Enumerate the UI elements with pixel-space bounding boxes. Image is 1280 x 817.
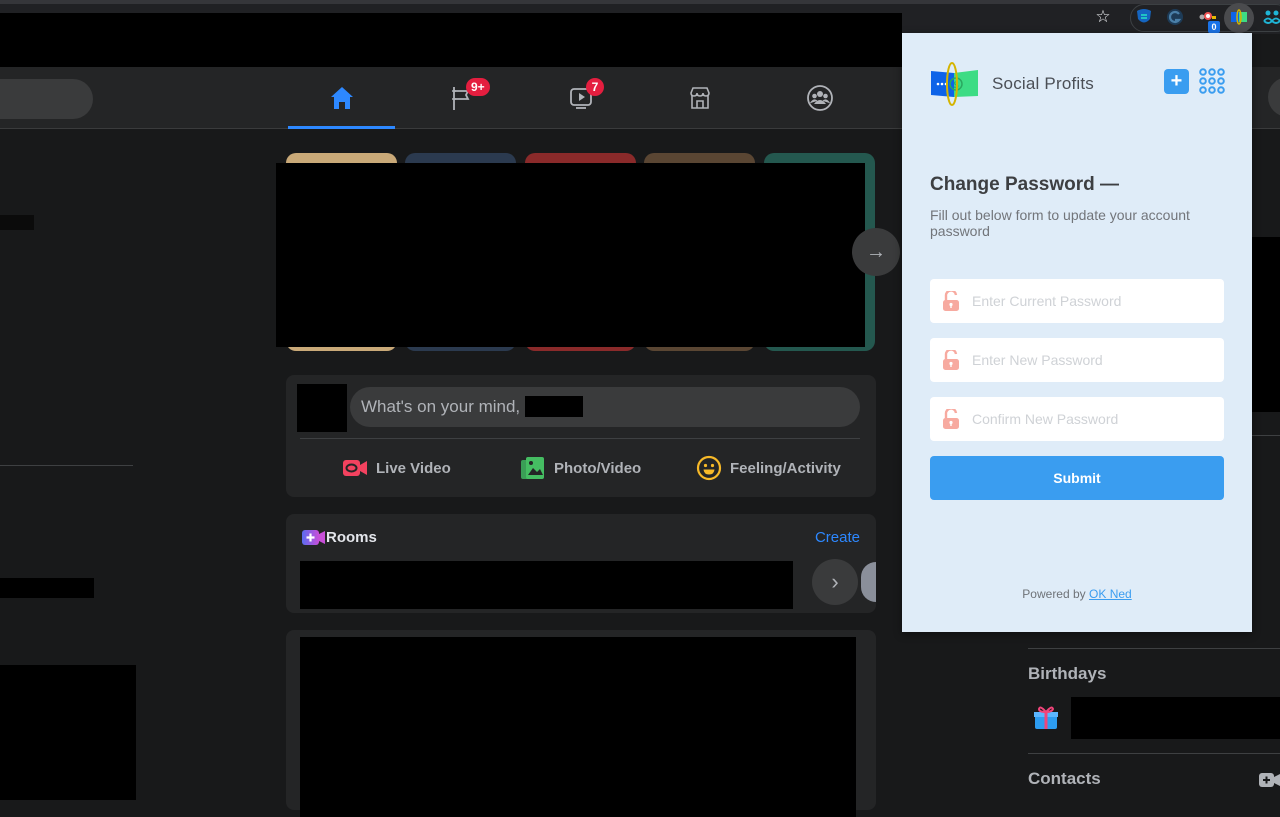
left-sidebar-item-redacted <box>0 578 94 598</box>
current-password-field <box>930 279 1224 323</box>
feed-post <box>286 630 876 817</box>
composer-prompt: What's on your mind, <box>361 397 521 416</box>
stories-redacted <box>276 163 865 347</box>
live-video-button[interactable]: Live Video <box>342 453 451 483</box>
rooms-create-link[interactable]: Create <box>815 529 860 546</box>
photo-video-label: Photo/Video <box>554 459 642 477</box>
social-profits-popup: $ Social Profits + Change Password — Fil… <box>902 33 1252 632</box>
photo-video-button[interactable]: Photo/Video <box>520 453 641 483</box>
app-name: Social Profits <box>992 74 1095 93</box>
lock-icon <box>943 291 959 311</box>
social-profits-extension-icon[interactable] <box>1229 7 1249 27</box>
form-title: Change Password — <box>930 174 1119 196</box>
groups-icon <box>806 84 833 111</box>
post-content-redacted <box>300 637 856 817</box>
user-name-redacted <box>524 395 583 417</box>
social-profits-logo-icon: $ <box>931 62 978 106</box>
search-input[interactable] <box>0 79 93 119</box>
live-video-label: Live Video <box>376 459 451 477</box>
powered-by: Powered by OK Ned <box>902 587 1252 601</box>
home-icon <box>330 86 353 109</box>
browser-tab-strip <box>0 0 1280 4</box>
ok-ned-link[interactable]: OK Ned <box>1089 587 1132 601</box>
add-button[interactable]: + <box>1164 69 1189 94</box>
new-password-field <box>930 338 1224 382</box>
apps-grid-icon[interactable] <box>1199 68 1225 94</box>
new-password-input[interactable] <box>972 338 1212 382</box>
notification-badge: 9+ <box>466 78 490 96</box>
nav-tab-groups[interactable] <box>766 67 873 128</box>
avatar[interactable] <box>297 384 347 432</box>
rooms-list-redacted <box>300 561 793 609</box>
right-sidebar-divider <box>1252 435 1280 436</box>
notification-badge: 7 <box>586 78 604 96</box>
submit-button[interactable]: Submit <box>930 456 1224 500</box>
photo-icon <box>521 457 544 479</box>
new-room-icon[interactable] <box>1259 772 1280 788</box>
star-icon[interactable]: ☆ <box>1094 8 1112 26</box>
rooms-title: Rooms <box>326 529 377 546</box>
contacts-title: Contacts <box>1028 769 1101 788</box>
current-password-input[interactable] <box>972 279 1212 323</box>
composer-divider <box>300 438 860 439</box>
left-sidebar-item-redacted <box>0 665 136 800</box>
right-sidebar-divider <box>1028 753 1280 754</box>
post-composer: What's on your mind, Live Video Photo/Vi… <box>286 375 876 497</box>
people-extension-icon[interactable] <box>1262 7 1280 27</box>
room-avatar[interactable] <box>861 562 876 602</box>
nav-tab-home[interactable] <box>288 67 395 129</box>
extension-badge: 0 <box>1208 21 1220 33</box>
right-sidebar-divider <box>1028 648 1280 649</box>
form-description: Fill out below form to update your accou… <box>930 207 1190 239</box>
confirm-password-field <box>930 397 1224 441</box>
form-title-text: Change Password <box>930 174 1095 195</box>
lock-icon <box>943 350 959 370</box>
header-messenger-button[interactable] <box>1268 77 1280 117</box>
rooms-card: Rooms Create › <box>286 514 876 613</box>
g-chat-extension-icon[interactable] <box>1165 7 1185 27</box>
right-sidebar-redacted <box>1252 237 1280 412</box>
confirm-password-input[interactable] <box>972 397 1212 441</box>
active-tab-indicator <box>288 126 395 129</box>
store-icon <box>689 86 710 109</box>
shield-s-extension-icon[interactable] <box>1134 7 1154 27</box>
feeling-activity-label: Feeling/Activity <box>730 459 841 477</box>
left-sidebar-divider <box>0 465 133 466</box>
left-sidebar-item-redacted <box>0 215 34 230</box>
nav-tab-pages[interactable]: 9+ <box>408 67 515 128</box>
address-bar-redacted <box>0 13 902 67</box>
powered-by-text: Powered by <box>1022 587 1086 601</box>
lock-icon <box>943 409 959 429</box>
gift-icon <box>1034 706 1058 729</box>
form-title-dash: — <box>1100 174 1119 195</box>
composer-input[interactable]: What's on your mind, <box>350 387 860 427</box>
birthday-text-redacted <box>1071 697 1280 739</box>
stories-next-button[interactable]: → <box>852 228 900 276</box>
birthdays-title: Birthdays <box>1028 664 1107 683</box>
live-video-icon <box>343 460 367 476</box>
nav-tab-marketplace[interactable] <box>646 67 753 128</box>
chevron-right-icon[interactable]: › <box>812 559 858 605</box>
smiley-icon <box>696 455 722 481</box>
nav-tab-watch[interactable]: 7 <box>527 67 634 128</box>
feeling-activity-button[interactable]: Feeling/Activity <box>696 453 841 483</box>
rooms-video-icon <box>302 530 325 545</box>
